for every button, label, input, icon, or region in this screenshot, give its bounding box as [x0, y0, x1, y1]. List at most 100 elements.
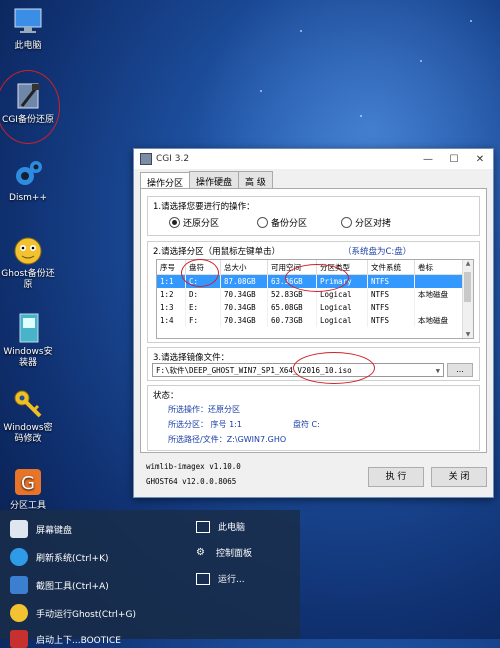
desktop-icon-this-pc[interactable]: 此电脑 — [0, 6, 56, 52]
tab-panel: 1.请选择您要进行的操作： 还原分区 备份分区 分区对拷 2.请选择分区（用鼠标… — [140, 188, 487, 453]
wallpaper-star — [300, 30, 302, 32]
cell-fs: NTFS — [367, 288, 415, 301]
cell-fs: NTFS — [367, 301, 415, 314]
wimlib-version: wimlib-imagex v1.10.0 — [146, 462, 241, 471]
refresh-icon — [10, 548, 28, 566]
cell-fs: NTFS — [367, 314, 415, 327]
radio-restore[interactable]: 还原分区 — [169, 216, 219, 229]
partition-label: 2.请选择分区（用鼠标左键单击） — [153, 247, 281, 257]
system-disk-hint: （系统盘为C:盘） — [343, 247, 412, 257]
tab-advanced[interactable]: 高 级 — [238, 171, 273, 189]
bootice-icon — [10, 630, 28, 648]
window-title: CGI 3.2 — [156, 154, 190, 164]
menu-item-control-panel[interactable]: ⚙ 控制面板 — [196, 546, 253, 560]
col-fs[interactable]: 文件系统 — [367, 260, 415, 275]
cell-type: Logical — [316, 314, 368, 327]
red-circle-annotation — [181, 259, 219, 287]
menu-item-refresh[interactable]: 刷新系统(Ctrl+K) — [10, 548, 108, 566]
menu-item-run[interactable]: 运行... — [196, 572, 245, 585]
menu-item-ghost[interactable]: 手动运行Ghost(Ctrl+G) — [10, 604, 136, 622]
control-panel-icon: ⚙ — [196, 546, 205, 558]
wallpaper-star — [360, 115, 362, 117]
cell-fs: NTFS — [367, 274, 415, 288]
wallpaper-star — [260, 90, 262, 92]
cell-drive: D: — [185, 288, 221, 301]
password-key-icon — [12, 388, 44, 420]
table-row[interactable]: 1:3 E: 70.34GB 65.08GB Logical NTFS — [157, 301, 463, 314]
cell-index: 1:3 — [157, 301, 186, 314]
desktop-icon-label: Windows密码修改 — [3, 423, 53, 444]
red-circle-annotation — [285, 264, 349, 292]
run-icon — [196, 572, 210, 585]
menu-item-label: 屏幕键盘 — [36, 525, 73, 536]
browse-button[interactable]: ... — [447, 363, 473, 377]
run-button[interactable]: 执 行 — [368, 467, 424, 487]
desktop-icon-dism[interactable]: Dism++ — [0, 158, 56, 204]
red-circle-annotation — [293, 352, 375, 384]
scroll-down-icon[interactable]: ▼ — [463, 331, 473, 338]
cell-index: 1:2 — [157, 288, 186, 301]
chevron-down-icon[interactable]: ▼ — [436, 364, 440, 378]
scroll-thumb[interactable] — [464, 272, 471, 302]
operation-label: 1.请选择您要进行的操作： — [153, 202, 255, 212]
menu-item-label: 控制面板 — [216, 549, 253, 559]
menu-item-keyboard[interactable]: 屏幕键盘 — [10, 520, 72, 538]
wallpaper-star — [420, 60, 422, 62]
tab-strip: 操作分区 操作硬盘 高 级 — [140, 171, 493, 190]
radio-dot-icon — [257, 217, 268, 228]
scroll-up-icon[interactable]: ▲ — [463, 260, 473, 267]
table-scrollbar[interactable]: ▲ ▼ — [462, 260, 473, 338]
title-bar[interactable]: CGI 3.2 — ☐ ✕ — [134, 149, 493, 169]
maximize-button[interactable]: ☐ — [441, 149, 467, 169]
desktop-icon-label: Windows安装器 — [3, 347, 53, 368]
radio-dot-icon — [341, 217, 352, 228]
svg-text:G: G — [21, 473, 35, 494]
minimize-button[interactable]: — — [415, 149, 441, 169]
desktop-icon-label: 此电脑 — [14, 41, 42, 51]
cell-free: 65.08GB — [267, 301, 317, 314]
red-circle-annotation — [0, 70, 60, 144]
menu-item-label: 此电脑 — [218, 523, 246, 533]
col-total[interactable]: 总大小 — [220, 260, 268, 275]
cell-total: 87.08GB — [220, 274, 268, 288]
ghost-icon — [12, 234, 44, 266]
windows-installer-icon — [12, 312, 44, 344]
desktop-icon-ghost[interactable]: Ghost备份还原 — [0, 234, 56, 291]
col-label[interactable]: 卷标 — [414, 260, 463, 275]
close-button[interactable]: 关 闭 — [431, 467, 487, 487]
ghost-version: GHOST64 v12.0.0.8065 — [146, 477, 237, 486]
app-icon — [140, 153, 152, 165]
cell-type: Logical — [316, 301, 368, 314]
menu-item-this-pc[interactable]: 此电脑 — [196, 520, 245, 533]
start-menu: 屏幕键盘 刷新系统(Ctrl+K) 截图工具(Ctrl+A) 手动运行Ghost… — [0, 510, 300, 648]
desktop-icon-windows-installer[interactable]: Windows安装器 — [0, 312, 56, 369]
cell-total: 70.34GB — [220, 301, 268, 314]
partition-tool-icon: G — [12, 466, 44, 498]
radio-label: 备份分区 — [271, 219, 308, 229]
desktop-icon-partition[interactable]: G 分区工具 — [0, 466, 56, 512]
cell-label: 本地磁盘 — [414, 314, 463, 327]
cell-total: 70.34GB — [220, 314, 268, 327]
cgi-window: CGI 3.2 — ☐ ✕ 操作分区 操作硬盘 高 级 1.请选择您要进行的操作… — [133, 148, 494, 498]
menu-item-bootice[interactable]: 启动上下...BOOTICE — [10, 630, 121, 648]
desktop-icon-label: Dism++ — [9, 193, 47, 203]
radio-backup[interactable]: 备份分区 — [257, 216, 307, 229]
close-window-button[interactable]: ✕ — [467, 149, 493, 169]
radio-label: 分区对拷 — [355, 219, 392, 229]
status-operation: 所选操作：还原分区 — [168, 405, 240, 414]
radio-dot-icon — [169, 217, 180, 228]
menu-item-label: 运行... — [218, 575, 245, 585]
radio-copy[interactable]: 分区对拷 — [341, 216, 391, 229]
tab-disk[interactable]: 操作硬盘 — [189, 171, 240, 189]
menu-item-label: 启动上下...BOOTICE — [36, 635, 121, 646]
cell-total: 70.34GB — [220, 288, 268, 301]
ghost-run-icon — [10, 604, 28, 622]
screenshot-icon — [10, 576, 28, 594]
status-path: 所选路径/文件：Z:\GWIN7.GHO — [168, 435, 287, 444]
menu-item-screenshot[interactable]: 截图工具(Ctrl+A) — [10, 576, 109, 594]
desktop-icon-password[interactable]: Windows密码修改 — [0, 388, 56, 445]
menu-item-label: 刷新系统(Ctrl+K) — [36, 553, 109, 564]
status-drive: 盘符 C: — [293, 420, 320, 429]
cell-drive: F: — [185, 314, 221, 327]
table-row[interactable]: 1:4 F: 70.34GB 60.73GB Logical NTFS 本地磁盘 — [157, 314, 463, 327]
